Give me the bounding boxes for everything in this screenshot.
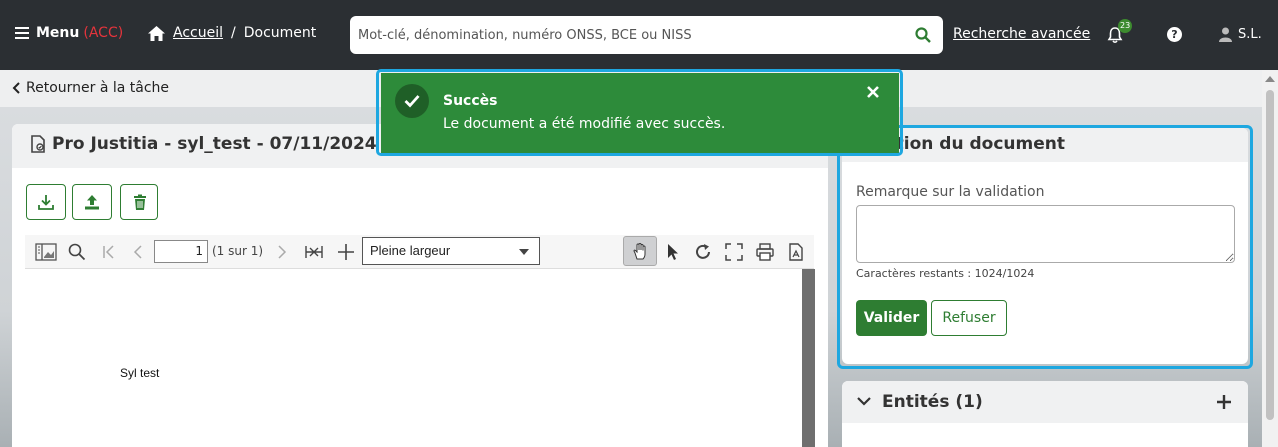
validation-title: dation du document <box>872 134 1065 154</box>
advanced-search-link[interactable]: Recherche avancée <box>953 26 1090 42</box>
download-button[interactable] <box>26 184 66 220</box>
notification-badge: 23 <box>1118 19 1133 33</box>
entities-header[interactable]: Entités (1) <box>842 381 1248 423</box>
hand-tool-button[interactable] <box>623 236 657 266</box>
user-initials: S.L. <box>1238 27 1262 42</box>
search-input[interactable] <box>350 16 910 54</box>
menu-button[interactable]: Menu (ACC) <box>15 25 123 41</box>
hand-icon <box>633 243 646 260</box>
upload-icon <box>85 195 99 210</box>
zoom-select[interactable]: Pleine largeur <box>362 237 540 265</box>
upload-button[interactable] <box>72 184 112 220</box>
remark-textarea[interactable] <box>856 205 1235 263</box>
fit-width-icon[interactable] <box>305 243 323 261</box>
search-icon[interactable] <box>915 27 931 43</box>
chevron-down-icon <box>519 249 529 255</box>
toast-title: Succès <box>443 93 498 109</box>
refuse-button[interactable]: Refuser <box>931 300 1007 336</box>
page-scrollbar[interactable] <box>1262 70 1278 447</box>
remark-label: Remarque sur la validation <box>856 184 1045 200</box>
check-circle-icon <box>395 84 429 118</box>
chevron-down-icon[interactable] <box>857 396 871 406</box>
hamburger-icon <box>15 27 29 39</box>
menu-label: Menu <box>36 25 80 41</box>
toast-message: Le document a été modifié avec succès. <box>443 116 726 132</box>
pdf-scrollbar[interactable] <box>802 269 815 447</box>
previous-page-icon[interactable] <box>129 243 147 261</box>
user-icon <box>1219 27 1232 42</box>
zoom-select-value: Pleine largeur <box>370 243 451 258</box>
breadcrumb-current: Document <box>243 25 317 41</box>
back-link-label: Retourner à la tâche <box>26 80 170 96</box>
download-icon <box>38 195 54 210</box>
search-box <box>350 16 943 54</box>
pdf-page-viewer[interactable]: Syl test <box>25 269 802 447</box>
document-check-icon <box>31 135 45 153</box>
add-entity-icon[interactable] <box>1216 394 1232 410</box>
remaining-characters: Caractères restants : 1024/1024 <box>856 267 1035 280</box>
home-icon <box>148 25 165 41</box>
breadcrumb-separator: / <box>231 25 236 41</box>
validation-panel: dation du document Remarque sur la valid… <box>842 128 1248 364</box>
chevron-left-icon <box>12 82 20 94</box>
rotate-icon[interactable] <box>694 243 712 261</box>
top-navbar: Menu (ACC) Accueil / Document Recherche … <box>0 0 1278 70</box>
back-to-task-link[interactable]: Retourner à la tâche <box>12 80 169 96</box>
entities-panel: Entités (1) <box>842 381 1248 447</box>
help-icon[interactable]: ? <box>1167 27 1182 42</box>
document-panel: Pro Justitia - syl_test - 07/11/2024 - E… <box>12 124 828 447</box>
user-menu[interactable]: S.L. <box>1219 27 1262 42</box>
page-count: (1 sur 1) <box>212 244 264 258</box>
pdf-page-text: Syl test <box>120 366 160 380</box>
breadcrumb: Accueil / Document <box>148 25 316 41</box>
scroll-up-arrow-icon[interactable] <box>1265 76 1275 82</box>
trash-icon <box>134 194 146 210</box>
entities-title: Entités (1) <box>882 392 983 412</box>
pdf-download-icon[interactable] <box>787 243 805 261</box>
select-cursor-icon[interactable] <box>664 243 682 261</box>
close-icon[interactable] <box>866 85 880 99</box>
validation-header: dation du document <box>842 128 1248 162</box>
first-page-icon[interactable] <box>100 243 118 261</box>
validate-button[interactable]: Valider <box>856 300 927 336</box>
fullscreen-icon[interactable] <box>725 243 743 261</box>
search-icon[interactable] <box>68 243 86 261</box>
print-icon[interactable] <box>756 243 774 261</box>
environment-label: (ACC) <box>83 25 124 41</box>
page-number-input[interactable]: 1 <box>154 240 208 263</box>
delete-button[interactable] <box>120 184 158 220</box>
pdf-toolbar: 1 (1 sur 1) Pleine largeur <box>25 235 814 269</box>
next-page-icon[interactable] <box>273 243 291 261</box>
zoom-in-icon[interactable] <box>337 243 355 261</box>
success-toast: Succès Le document a été modifié avec su… <box>381 73 899 153</box>
scrollbar-thumb[interactable] <box>1266 90 1274 420</box>
breadcrumb-home-link[interactable]: Accueil <box>173 25 223 41</box>
sidebar-toggle-icon[interactable] <box>35 243 57 261</box>
